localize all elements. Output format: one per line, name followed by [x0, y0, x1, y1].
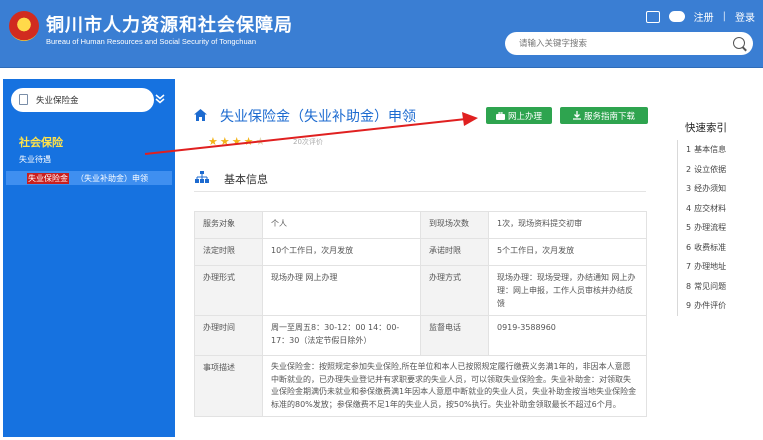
- table-value: 0919-3588960: [488, 315, 647, 356]
- quick-index-item[interactable]: 8 常见问题: [686, 277, 763, 297]
- table-key: 法定时限: [194, 238, 263, 266]
- search-highlight: 失业保险金: [27, 173, 69, 184]
- table-row: 办理时间 周一至周五8：30-12：00 14：00-17：30（法定节假日除外…: [194, 315, 647, 356]
- login-link[interactable]: 登录: [735, 9, 755, 24]
- national-emblem-icon: [9, 11, 39, 41]
- section-title: 基本信息: [224, 173, 268, 186]
- table-row: 事项描述 失业保险金：按照规定参加失业保险,所在单位和本人已按照规定履行缴费义务…: [194, 355, 647, 417]
- table-key: 到现场次数: [420, 211, 489, 239]
- quick-index: 快速索引 1 基本信息 2 设立依据 3 经办须知 4 应交材料 5 办理流程 6 收费标准…: [677, 120, 763, 316]
- quick-index-item[interactable]: 6 收费标准: [686, 238, 763, 258]
- table-key: 办理时间: [194, 315, 263, 356]
- rating-count: 20次评价: [293, 138, 323, 146]
- info-table: 服务对象 个人 到现场次数 1次，现场资料提交初审 法定时限 10个工作日，次月…: [194, 211, 647, 417]
- sidebar: 失业保险金 社会保险 失业待遇 失业保险金 （失业补助金）申领: [3, 79, 175, 437]
- site-title[interactable]: 铜川市人力资源和社会保障局: [46, 11, 293, 37]
- briefcase-icon: [495, 111, 505, 120]
- quick-index-item[interactable]: 9 办件评价: [686, 296, 763, 316]
- header-search: [505, 32, 753, 55]
- table-value: 1次，现场资料提交初审: [488, 211, 647, 239]
- stars-filled: ★★★★: [208, 135, 256, 148]
- table-value: 个人: [262, 211, 421, 239]
- guide-download-label: 服务指南下载: [583, 111, 635, 122]
- guide-download-button[interactable]: 服务指南下载: [560, 107, 648, 124]
- document-icon: [19, 94, 28, 105]
- download-icon: [572, 111, 581, 120]
- sidebar-search-value[interactable]: 失业保险金: [36, 94, 79, 106]
- table-value: 10个工作日，次月发放: [262, 238, 421, 266]
- table-row: 服务对象 个人 到现场次数 1次，现场资料提交初审: [194, 211, 647, 239]
- divider: |: [722, 11, 726, 22]
- table-key: 事项描述: [194, 355, 263, 417]
- online-apply-label: 网上办理: [507, 111, 542, 122]
- sidebar-category[interactable]: 社会保险: [19, 134, 63, 150]
- table-value: 现场办理：现场受理，办结通知 网上办理：网上申报，工作人员审核并办结反馈: [488, 265, 647, 316]
- org-chart-icon: [195, 171, 209, 183]
- quick-index-item[interactable]: 5 办理流程: [686, 218, 763, 238]
- quick-index-item[interactable]: 4 应交材料: [686, 199, 763, 219]
- table-key: 服务对象: [194, 211, 263, 239]
- sidebar-subitem-active[interactable]: 失业保险金 （失业补助金）申领: [6, 171, 172, 185]
- accessibility-icon[interactable]: [645, 10, 660, 23]
- quick-index-item[interactable]: 7 办理地址: [686, 257, 763, 277]
- table-value: 现场办理 网上办理: [262, 265, 421, 316]
- top-toolbar: 注册 | 登录: [645, 9, 755, 24]
- section-divider: [194, 191, 646, 192]
- table-value: 周一至周五8：30-12：00 14：00-17：30（法定节假日除外）: [262, 315, 421, 356]
- quick-index-list: 1 基本信息 2 设立依据 3 经办须知 4 应交材料 5 办理流程 6 收费标准 7 办理地…: [677, 140, 763, 316]
- quick-index-item[interactable]: 2 设立依据: [686, 160, 763, 180]
- table-row: 办理形式 现场办理 网上办理 办理方式 现场办理：现场受理，办结通知 网上办理：…: [194, 265, 647, 316]
- quick-index-item[interactable]: 3 经办须知: [686, 179, 763, 199]
- quick-index-item[interactable]: 1 基本信息: [686, 140, 763, 160]
- table-key: 办理方式: [420, 265, 489, 316]
- collapse-chevron-icon[interactable]: [155, 94, 165, 104]
- table-description: 失业保险金：按照规定参加失业保险,所在单位和本人已按照规定履行缴费义务满1年的，…: [262, 355, 647, 417]
- site-subtitle: Bureau of Human Resources and Social Sec…: [46, 37, 256, 46]
- star-empty: ★: [255, 135, 268, 148]
- sidebar-subitem-label: （失业补助金）申领: [76, 174, 148, 183]
- sidebar-item-unemployment[interactable]: 失业待遇: [19, 154, 51, 165]
- quick-index-title: 快速索引: [685, 122, 727, 134]
- online-apply-button[interactable]: 网上办理: [486, 107, 552, 124]
- register-link[interactable]: 注册: [694, 9, 714, 24]
- search-icon[interactable]: [733, 37, 745, 49]
- search-input[interactable]: [505, 32, 715, 55]
- home-icon[interactable]: [194, 109, 207, 121]
- page-title: 失业保险金（失业补助金）申领: [220, 109, 416, 125]
- table-row: 法定时限 10个工作日，次月发放 承诺时限 5个工作日，次月发放: [194, 238, 647, 266]
- rating-stars[interactable]: ★★★★★: [208, 135, 267, 148]
- site-header: 铜川市人力资源和社会保障局 Bureau of Human Resources …: [0, 0, 763, 68]
- table-value: 5个工作日，次月发放: [488, 238, 647, 266]
- table-key: 监督电话: [420, 315, 489, 356]
- table-key: 办理形式: [194, 265, 263, 316]
- table-key: 承诺时限: [420, 238, 489, 266]
- sidebar-search[interactable]: 失业保险金: [11, 88, 154, 112]
- wechat-icon[interactable]: [668, 11, 685, 22]
